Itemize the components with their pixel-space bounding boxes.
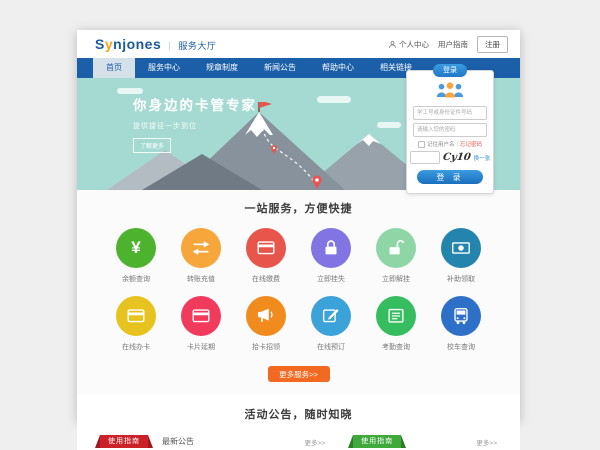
forgot-password-link[interactable]: 忘记密码 — [460, 140, 482, 148]
more-link-right[interactable]: 更多>> — [476, 437, 497, 447]
services-title: 一站服务，方便快捷 — [77, 200, 520, 216]
service-online-card[interactable]: 在线办卡 — [104, 296, 169, 352]
service-online-payment[interactable]: 在线缴费 — [234, 228, 299, 284]
hero-subtitle: 提供捷径一步到位 — [133, 121, 257, 131]
logo-divider: | — [168, 41, 171, 52]
service-online-booking[interactable]: 在线预订 — [299, 296, 364, 352]
megaphone-icon[interactable] — [246, 296, 286, 336]
logo[interactable]: Synjones | 服务大厅 — [95, 36, 216, 52]
service-found-card[interactable]: 拾卡招领 — [234, 296, 299, 352]
service-transfer-recharge[interactable]: 转账充值 — [169, 228, 234, 284]
guide-panel-2: 使用指南 更多>> — [353, 433, 497, 450]
password-input[interactable] — [413, 123, 487, 137]
guide-panel: 使用指南 最新公告 更多>> — [100, 433, 325, 450]
attendance-list-icon[interactable] — [376, 296, 416, 336]
lock-open-icon[interactable] — [376, 228, 416, 268]
webpage: Synjones|服务大厅 个人中心 用户指南 注册 首页 服务中心 规章制度 … — [77, 30, 520, 422]
nav-item-rules[interactable]: 规章制度 — [193, 58, 251, 78]
login-panel: 登录 记住用户名 | 忘记密码 Cy10 换一张 登 录 — [406, 70, 494, 194]
services-section: 一站服务，方便快捷 ¥ 余额查询 转账充值 在线缴费 — [77, 190, 520, 394]
guide-panel-header: 使用指南 最新公告 更多>> — [100, 433, 325, 450]
guide-panel-2-header: 使用指南 更多>> — [353, 433, 497, 450]
site-header: Synjones | 服务大厅 个人中心 用户指南 注册 — [77, 30, 520, 58]
services-row-1: ¥ 余额查询 转账充值 在线缴费 — [77, 228, 520, 284]
hero-text: 你身边的卡管专家 提供捷径一步到位 了解更多 — [133, 94, 257, 153]
captcha-row: Cy10 换一张 — [407, 151, 493, 164]
service-card-extension[interactable]: 卡片延期 — [169, 296, 234, 352]
bank-card-icon[interactable] — [116, 296, 156, 336]
more-link-left[interactable]: 更多>> — [305, 437, 326, 447]
nav-item-service-center[interactable]: 服务中心 — [135, 58, 193, 78]
users-icon — [407, 81, 493, 103]
header-links: 个人中心 用户指南 注册 — [388, 30, 508, 58]
usage-guide-ribbon[interactable]: 使用指南 — [100, 435, 148, 448]
nav-item-help[interactable]: 帮助中心 — [309, 58, 367, 78]
desktop-background: Synjones|服务大厅 个人中心 用户指南 注册 首页 服务中心 规章制度 … — [0, 0, 600, 450]
personal-center-label: 个人中心 — [399, 39, 429, 50]
hero-cta-button[interactable]: 了解更多 — [133, 138, 171, 153]
usage-guide-ribbon-green[interactable]: 使用指南 — [353, 435, 401, 448]
services-row-2: 在线办卡 卡片延期 拾卡招领 — [77, 296, 520, 352]
bank-card-icon[interactable] — [246, 228, 286, 268]
banknote-icon[interactable] — [441, 228, 481, 268]
service-school-bus[interactable]: 校车查询 — [429, 296, 494, 352]
person-icon — [388, 40, 397, 49]
remember-label: 记住用户名 — [427, 140, 455, 148]
announcement-panels: 使用指南 最新公告 更多>> 使用指南 更多>> — [77, 433, 520, 450]
login-tab[interactable]: 登录 — [433, 64, 467, 77]
announcements-title: 活动公告，随时知晓 — [77, 406, 520, 422]
service-release-loss[interactable]: 立即解挂 — [364, 228, 429, 284]
options-divider: | — [457, 141, 458, 147]
service-balance-inquiry[interactable]: ¥ 余额查询 — [104, 228, 169, 284]
more-services-button[interactable]: 更多服务>> — [268, 366, 330, 382]
logo-accent: y — [105, 36, 113, 52]
captcha-input[interactable] — [410, 151, 440, 164]
username-input[interactable] — [413, 106, 487, 120]
logo-text: S — [95, 36, 105, 52]
lock-closed-icon[interactable] — [311, 228, 351, 268]
personal-center-link[interactable]: 个人中心 — [388, 39, 429, 50]
register-button[interactable]: 注册 — [477, 36, 508, 53]
bus-icon[interactable] — [441, 296, 481, 336]
login-button[interactable]: 登 录 — [417, 170, 483, 184]
user-guide-label: 用户指南 — [438, 39, 468, 50]
remember-checkbox[interactable] — [418, 141, 425, 148]
service-attendance[interactable]: 考勤查询 — [364, 296, 429, 352]
hero-title: 你身边的卡管专家 — [133, 94, 257, 114]
yuan-icon[interactable]: ¥ — [116, 228, 156, 268]
service-report-loss[interactable]: 立即挂失 — [299, 228, 364, 284]
announcements-section: 活动公告，随时知晓 使用指南 最新公告 更多>> 使用指南 更多>> — [77, 394, 520, 450]
transfer-arrows-icon[interactable] — [181, 228, 221, 268]
nav-item-news[interactable]: 新闻公告 — [251, 58, 309, 78]
service-subsidy-collect[interactable]: 补助领取 — [429, 228, 494, 284]
login-options-row: 记住用户名 | 忘记密码 — [407, 140, 493, 148]
nav-item-home[interactable]: 首页 — [93, 58, 135, 78]
captcha-image[interactable]: Cy10 — [442, 152, 471, 163]
user-guide-link[interactable]: 用户指南 — [438, 39, 468, 50]
site-name: 服务大厅 — [178, 41, 216, 51]
edit-pencil-icon[interactable] — [311, 296, 351, 336]
logo-text2: njones — [113, 36, 161, 52]
bank-card-icon[interactable] — [181, 296, 221, 336]
captcha-refresh-link[interactable]: 换一张 — [474, 154, 491, 162]
latest-news-tab[interactable]: 最新公告 — [162, 436, 194, 447]
